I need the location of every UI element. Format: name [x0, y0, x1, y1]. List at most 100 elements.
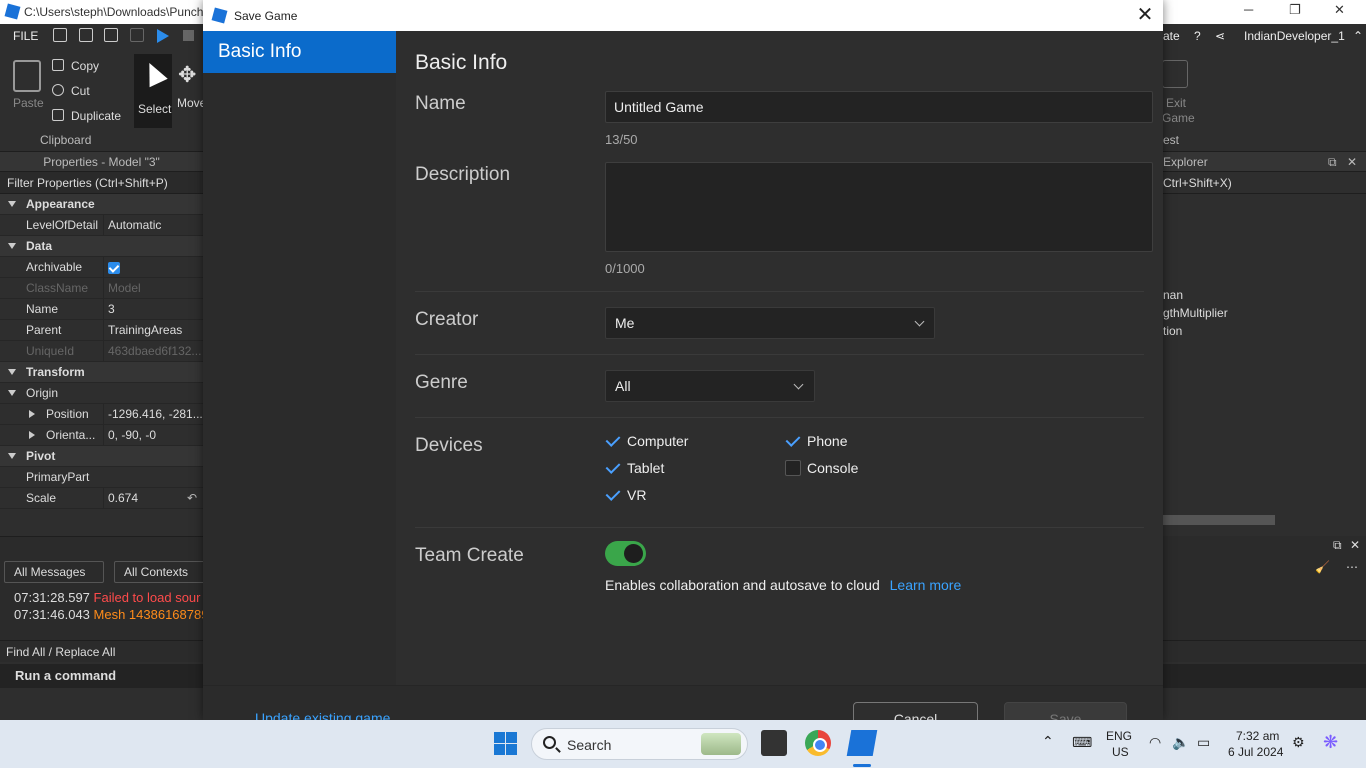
cut-button[interactable]: Cut [71, 84, 90, 98]
property-section[interactable]: Transform [0, 362, 203, 383]
keyboard-icon[interactable]: ⌨ [1072, 734, 1092, 751]
copilot-icon[interactable]: ❋ [1323, 732, 1338, 753]
language-region[interactable]: US [1112, 745, 1129, 759]
explorer-filter-input[interactable]: Ctrl+Shift+X) [1163, 172, 1366, 194]
restore-icon[interactable]: ❐ [1289, 2, 1301, 18]
chevron-down-icon[interactable] [8, 201, 16, 207]
property-row[interactable]: Origin [0, 383, 203, 404]
console-checkbox[interactable] [785, 460, 801, 476]
property-row[interactable]: Position -1296.416, -281.... [0, 404, 203, 425]
property-row[interactable]: LevelOfDetail Automatic [0, 215, 203, 236]
property-row[interactable]: Orienta... 0, -90, -0 [0, 425, 203, 446]
reset-icon[interactable]: ↶ [187, 488, 197, 509]
property-value[interactable]: Automatic [103, 215, 203, 236]
chevron-up-icon[interactable]: ⌃ [1042, 733, 1054, 750]
team-create-menu[interactable]: ate [1163, 29, 1180, 43]
clear-output-icon[interactable]: 🧹 [1315, 560, 1330, 574]
stop-icon[interactable] [183, 30, 194, 41]
cancel-button[interactable]: Cancel [853, 702, 978, 720]
property-row[interactable]: Scale 0.674 ↶ [0, 488, 203, 509]
explorer-item[interactable]: gthMultiplier [1163, 306, 1228, 320]
chevron-down-icon[interactable] [8, 243, 16, 249]
open-file-icon[interactable] [79, 28, 93, 42]
paste-icon[interactable] [13, 60, 41, 92]
chevron-right-icon[interactable] [29, 410, 35, 418]
property-value[interactable]: 463dbaed6f132... [103, 341, 203, 362]
genre-dropdown[interactable]: All [605, 370, 815, 402]
roblox-studio-taskbar-icon[interactable] [846, 730, 878, 756]
close-panel-icon[interactable]: ✕ [1347, 152, 1357, 172]
file-explorer-icon[interactable] [761, 730, 787, 756]
minimize-icon[interactable]: ─ [1244, 2, 1253, 17]
archivable-checkbox[interactable] [108, 261, 120, 274]
clock-date[interactable]: 6 Jul 2024 [1228, 745, 1283, 759]
name-field[interactable]: Untitled Game [605, 91, 1153, 123]
help-icon[interactable]: ? [1194, 29, 1201, 43]
property-row[interactable]: UniqueId 463dbaed6f132... [0, 341, 203, 362]
duplicate-button[interactable]: Duplicate [71, 109, 121, 123]
file-menu[interactable]: FILE [13, 29, 38, 43]
volume-icon[interactable]: 🔈 [1172, 734, 1189, 751]
wifi-icon[interactable]: ◠ [1149, 734, 1161, 751]
clock-time[interactable]: 7:32 am [1236, 729, 1279, 743]
close-icon[interactable]: ✕ [1133, 3, 1157, 27]
share-icon[interactable]: ⋖ [1215, 29, 1225, 43]
chevron-down-icon[interactable] [8, 390, 16, 396]
username[interactable]: IndianDeveloper_1 [1244, 29, 1345, 43]
tablet-checkbox[interactable] [605, 460, 621, 476]
property-value[interactable]: TrainingAreas [103, 320, 203, 341]
taskbar-search[interactable]: Search [531, 728, 748, 760]
close-window-icon[interactable]: ✕ [1334, 2, 1345, 18]
save-button[interactable]: Save [1004, 702, 1127, 720]
property-row[interactable]: Parent TrainingAreas [0, 320, 203, 341]
move-tool-button[interactable]: Move [177, 96, 206, 110]
team-create-toggle[interactable] [605, 541, 646, 566]
chevron-down-icon[interactable] [8, 369, 16, 375]
chevron-right-icon[interactable] [29, 431, 35, 439]
language-code[interactable]: ENG [1106, 729, 1132, 743]
all-contexts-dropdown[interactable]: All Contexts [114, 561, 209, 583]
property-value[interactable]: -1296.416, -281.... [103, 404, 203, 425]
property-row[interactable]: ClassName Model [0, 278, 203, 299]
chrome-icon[interactable] [805, 730, 831, 756]
chevron-down-icon[interactable] [8, 453, 16, 459]
paste-button[interactable]: Paste [13, 96, 44, 110]
chevron-up-icon[interactable]: ⌃ [1353, 29, 1363, 43]
battery-icon[interactable]: ▭ [1197, 734, 1210, 751]
sidebar-item-basic-info[interactable]: Basic Info [203, 31, 396, 73]
property-row[interactable]: PrimaryPart [0, 467, 203, 488]
creator-dropdown[interactable]: Me [605, 307, 935, 339]
properties-filter-input[interactable]: Filter Properties (Ctrl+Shift+P) [0, 172, 203, 194]
update-existing-game-link[interactable]: Update existing game [255, 710, 390, 720]
property-value[interactable]: 3 [103, 299, 203, 320]
undock-icon[interactable]: ⧉ [1328, 152, 1337, 172]
property-value[interactable]: 0, -90, -0 [103, 425, 203, 446]
explorer-item[interactable]: nan [1163, 288, 1183, 302]
undock-icon[interactable]: ⧉ [1333, 538, 1342, 553]
learn-more-link[interactable]: Learn more [890, 577, 962, 593]
settings-icon[interactable]: ⚙ [1292, 734, 1305, 751]
property-section[interactable]: Data [0, 236, 203, 257]
property-row[interactable]: Name 3 [0, 299, 203, 320]
windows-start-icon[interactable] [494, 732, 517, 755]
property-value[interactable]: Model [103, 278, 203, 299]
redo-icon[interactable] [130, 28, 144, 42]
move-icon[interactable]: ✥ [178, 62, 196, 88]
phone-checkbox[interactable] [785, 433, 801, 449]
property-section[interactable]: Pivot [0, 446, 203, 467]
computer-checkbox[interactable] [605, 433, 621, 449]
select-tool-button[interactable]: Select [134, 54, 172, 128]
vr-checkbox[interactable] [605, 487, 621, 503]
copy-button[interactable]: Copy [71, 59, 99, 73]
property-value[interactable] [103, 257, 203, 278]
description-field[interactable] [605, 162, 1153, 252]
explorer-item[interactable]: tion [1163, 324, 1182, 338]
property-section[interactable]: Appearance [0, 194, 203, 215]
all-messages-dropdown[interactable]: All Messages [4, 561, 104, 583]
close-panel-icon[interactable]: ✕ [1350, 538, 1360, 552]
explorer-hscrollbar[interactable] [1163, 515, 1275, 525]
play-icon[interactable] [157, 29, 169, 43]
save-file-icon[interactable] [104, 28, 118, 42]
new-file-icon[interactable] [53, 28, 67, 42]
more-options-icon[interactable]: ⋯ [1346, 560, 1358, 574]
